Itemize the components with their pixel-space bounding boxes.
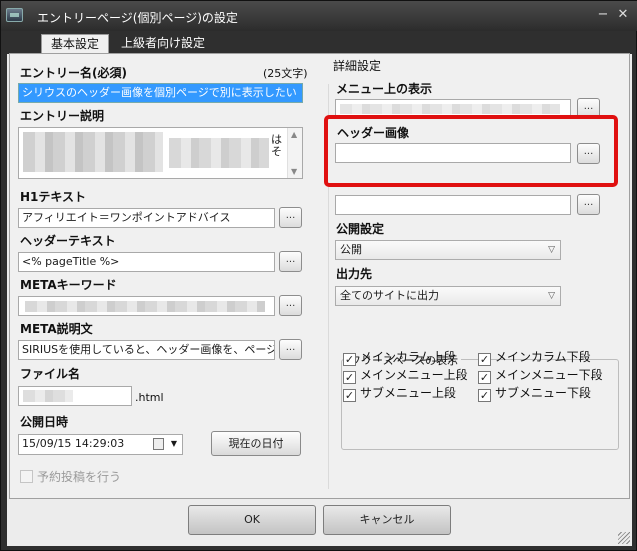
publish-datetime-label: 公開日時 — [20, 415, 69, 429]
entry-description-textarea[interactable]: はそ ▲ ▼ — [18, 127, 303, 179]
publish-settings-value: 公開 — [340, 243, 362, 256]
detail-settings-title: 詳細設定 — [333, 59, 382, 73]
meta-keywords-input[interactable] — [18, 296, 275, 316]
freespace-checkbox-label: メインメニュー上段 — [360, 368, 468, 382]
meta-description-label: META説明文 — [20, 322, 93, 336]
checkbox-box[interactable]: ✓ — [478, 371, 491, 384]
header-text-browse-button[interactable]: ... — [279, 251, 302, 272]
freespace-checkbox-label: サブメニュー上段 — [360, 386, 457, 400]
entry-description-fragment: はそ — [271, 133, 282, 158]
publish-datetime-picker[interactable]: 15/09/15 14:29:03 ▼ — [18, 434, 183, 455]
freespace-checkbox-label: サブメニュー下段 — [495, 386, 592, 400]
scroll-up-icon[interactable]: ▲ — [291, 130, 297, 139]
resize-grip-icon[interactable] — [618, 532, 630, 544]
entry-name-char-count: (25文字) — [263, 67, 308, 80]
filename-extension: .html — [135, 391, 164, 404]
dropdown-arrow-icon[interactable]: ▼ — [171, 435, 177, 453]
checkbox-box[interactable]: ✓ — [343, 389, 356, 402]
minimize-button[interactable]: − — [595, 7, 611, 23]
publish-datetime-value: 15/09/15 14:29:03 — [22, 437, 125, 450]
publish-settings-select[interactable]: 公開 ▽ — [335, 240, 561, 260]
header-text-label: ヘッダーテキスト — [20, 234, 116, 248]
output-target-value: 全てのサイトに出力 — [340, 289, 439, 302]
checkbox-box[interactable] — [20, 470, 33, 483]
freespace-checkbox[interactable]: ✓ メインカラム下段 — [478, 348, 591, 366]
h1-text-label: H1テキスト — [20, 190, 87, 204]
settings-window: エントリーページ(個別ページ)の設定 − ✕ 基本設定 上級者向け設定 エントリ… — [0, 0, 637, 551]
header-image-input[interactable] — [335, 143, 571, 163]
blurred-text — [340, 104, 560, 114]
filename-input[interactable] — [18, 386, 132, 406]
entry-name-input[interactable]: シリウスのヘッダー画像を個別ページで別に表示したい — [18, 83, 303, 103]
ok-button[interactable]: OK — [188, 505, 316, 535]
header-image-label: ヘッダー画像 — [337, 126, 410, 140]
schedule-post-checkbox[interactable]: 予約投稿を行う — [20, 468, 121, 485]
header-text-input[interactable]: <% pageTitle %> — [18, 252, 275, 272]
freespace-checkbox[interactable]: ✓ メインカラム上段 — [343, 348, 456, 366]
output-target-label: 出力先 — [336, 267, 373, 281]
filename-label: ファイル名 — [20, 367, 81, 381]
description-scrollbar[interactable]: ▲ ▼ — [287, 128, 302, 178]
app-icon — [6, 8, 23, 22]
freespace-checkbox-label: メインカラム下段 — [495, 350, 591, 364]
freespace-checkbox[interactable]: ✓ サブメニュー下段 — [478, 384, 591, 402]
publish-settings-label: 公開設定 — [336, 222, 385, 236]
checkbox-box[interactable]: ✓ — [343, 371, 356, 384]
calendar-icon[interactable] — [153, 438, 164, 450]
entry-name-label: エントリー名(必須) — [20, 66, 127, 80]
dialog-client: 基本設定 上級者向け設定 エントリー名(必須) (25文字) シリウスのヘッダー… — [7, 32, 632, 546]
tab-basic-settings[interactable]: 基本設定 — [41, 34, 109, 54]
chevron-down-icon: ▽ — [548, 291, 555, 301]
blurred-text — [23, 132, 163, 172]
meta-keywords-label: METAキーワード — [20, 278, 117, 292]
h1-text-input[interactable]: アフィリエイト＝ワンポイントアドバイス — [18, 208, 275, 228]
entry-description-label: エントリー説明 — [20, 109, 105, 123]
output-target-select[interactable]: 全てのサイトに出力 ▽ — [335, 286, 561, 306]
close-button[interactable]: ✕ — [615, 7, 631, 23]
window-title: エントリーページ(個別ページ)の設定 — [37, 11, 238, 25]
tab-advanced-settings[interactable]: 上級者向け設定 — [115, 34, 211, 54]
today-button[interactable]: 現在の日付 — [211, 431, 301, 456]
checkbox-box[interactable]: ✓ — [478, 389, 491, 402]
schedule-post-label: 予約投稿を行う — [37, 470, 122, 484]
extra-field-browse-button[interactable]: ... — [577, 194, 600, 215]
checkbox-box[interactable]: ✓ — [478, 353, 491, 366]
checkbox-box[interactable]: ✓ — [343, 353, 356, 366]
cancel-button[interactable]: キャンセル — [323, 505, 451, 535]
meta-description-browse-button[interactable]: ... — [279, 339, 302, 360]
chevron-down-icon: ▽ — [548, 245, 555, 255]
meta-description-input[interactable]: SIRIUSを使用していると、ヘッダー画像を、ページ細 — [18, 340, 275, 360]
freespace-checkbox[interactable]: ✓ メインメニュー上段 — [343, 366, 468, 384]
blurred-text — [25, 301, 265, 312]
header-image-browse-button[interactable]: ... — [577, 143, 600, 164]
blurred-text — [169, 138, 269, 168]
freespace-checkbox[interactable]: ✓ サブメニュー上段 — [343, 384, 456, 402]
scroll-down-icon[interactable]: ▼ — [291, 167, 297, 176]
extra-field-input[interactable] — [335, 195, 571, 215]
meta-keywords-browse-button[interactable]: ... — [279, 295, 302, 316]
title-bar[interactable]: エントリーページ(個別ページ)の設定 − ✕ — [1, 1, 637, 31]
freespace-checkbox-label: メインカラム上段 — [360, 350, 456, 364]
freespace-checkbox[interactable]: ✓ メインメニュー下段 — [478, 366, 603, 384]
freespace-checkbox-label: メインメニュー下段 — [495, 368, 603, 382]
h1-browse-button[interactable]: ... — [279, 207, 302, 228]
blurred-text — [23, 390, 73, 402]
menu-display-label: メニュー上の表示 — [336, 82, 433, 96]
